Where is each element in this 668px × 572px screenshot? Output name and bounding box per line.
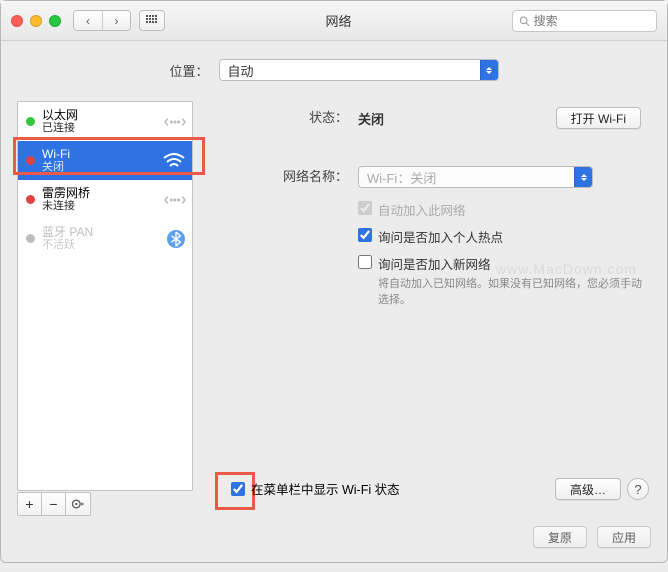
bluetooth-icon [166,229,186,249]
search-icon [519,15,530,27]
location-row: 位置： 自动 [1,41,667,91]
apply-button[interactable]: 应用 [597,526,651,548]
ask-new-hint: 将自动加入已知网络。如果没有已知网络，您必须手动选择。 [378,276,651,308]
close-window-button[interactable] [11,15,23,27]
status-dot [26,234,35,243]
service-name: 雷雳网桥 [42,186,184,200]
titlebar: ‹ › 网络 [1,1,667,41]
status-label: 状态： [213,107,348,126]
service-actions-menu[interactable] [66,493,90,515]
service-bluetooth-pan[interactable]: 蓝牙 PAN不活跃 [18,219,192,258]
location-value: 自动 [228,61,254,80]
footer-buttons: 复原 应用 [533,526,651,548]
search-input[interactable] [534,14,650,28]
service-name: 以太网 [42,108,184,122]
status-dot [26,117,35,126]
turn-on-wifi-button[interactable]: 打开 Wi-Fi [556,107,641,129]
traffic-lights [11,15,61,27]
zoom-window-button[interactable] [49,15,61,27]
search-field[interactable] [512,10,657,32]
service-ethernet[interactable]: 以太网已连接 [18,102,192,141]
remove-service-button[interactable]: − [42,493,66,515]
location-select[interactable]: 自动 [219,59,499,81]
location-label: 位置： [169,61,208,80]
thunderbolt-icon [164,191,186,209]
service-state: 不活跃 [42,239,184,252]
service-state: 已连接 [42,122,184,135]
chevron-updown-icon [480,60,498,80]
network-name-label: 网络名称： [213,166,348,185]
ethernet-icon [164,113,186,131]
add-service-button[interactable]: + [18,493,42,515]
forward-button[interactable]: › [102,11,130,30]
service-action-buttons: + − [17,492,91,516]
gear-icon [71,498,85,510]
wifi-icon [162,152,186,170]
minimize-window-button[interactable] [30,15,42,27]
network-name-select[interactable]: Wi-Fi：关闭 [358,166,593,188]
watermark: www.MacDown.com [496,261,637,277]
status-dot [26,195,35,204]
chevron-updown-icon [574,167,592,187]
service-name: 蓝牙 PAN [42,225,184,239]
show-all-prefs-button[interactable] [139,10,165,31]
revert-button[interactable]: 复原 [533,526,587,548]
network-name-value: Wi-Fi：关闭 [367,168,436,187]
service-thunderbolt[interactable]: 雷雳网桥未连接 [18,180,192,219]
service-state: 未连接 [42,200,184,213]
status-dot [26,156,35,165]
status-value: 关闭 [358,109,384,128]
grid-icon [146,15,158,27]
help-button[interactable]: ? [627,478,649,500]
window-title: 网络 [165,11,512,30]
back-button[interactable]: ‹ [74,11,102,30]
advanced-button[interactable]: 高级… [555,478,621,500]
services-sidebar: 以太网已连接 Wi-Fi关闭 雷雳网桥未连接 蓝牙 PAN不活跃 + − [17,101,197,516]
show-in-menubar-checkbox[interactable]: 在菜单栏中显示 Wi-Fi 状态 [231,479,400,498]
services-list: 以太网已连接 Wi-Fi关闭 雷雳网桥未连接 蓝牙 PAN不活跃 [17,101,193,491]
ask-hotspot-checkbox[interactable]: 询问是否加入个人热点 [358,227,651,246]
service-wifi[interactable]: Wi-Fi关闭 [18,141,192,180]
nav-back-forward: ‹ › [73,10,131,31]
auto-join-checkbox: 自动加入此网络 [358,200,651,219]
